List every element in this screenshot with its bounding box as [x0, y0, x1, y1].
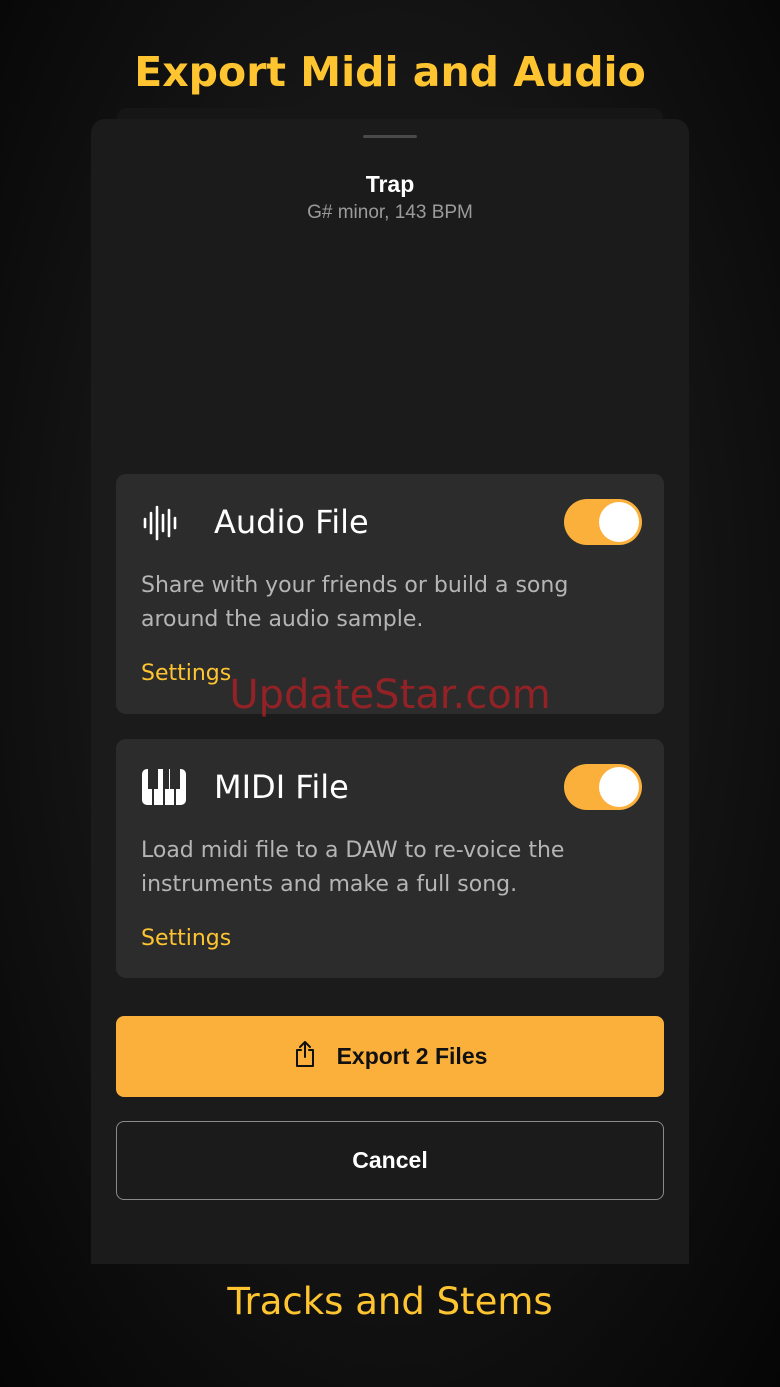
watermark: UpdateStar.com [229, 672, 551, 718]
midi-settings-link[interactable]: Settings [141, 926, 231, 951]
export-files-button[interactable]: Export 2 Files [116, 1016, 664, 1097]
audio-file-label: Audio File [214, 503, 369, 541]
toggle-knob [599, 502, 639, 542]
song-title: Trap [365, 171, 415, 197]
toggle-knob [599, 767, 639, 807]
audio-file-toggle[interactable] [564, 499, 642, 545]
cancel-button[interactable]: Cancel [116, 1121, 664, 1200]
cancel-button-label: Cancel [352, 1147, 428, 1173]
midi-file-toggle[interactable] [564, 764, 642, 810]
waveform-icon [141, 504, 179, 547]
promo-headline: Export Midi and Audio [134, 48, 646, 96]
midi-file-label: MIDI File [214, 768, 349, 806]
sheet-grabber[interactable] [363, 135, 417, 138]
audio-file-description: Share with your friends or build a song … [141, 573, 569, 632]
export-button-label: Export 2 Files [336, 1043, 488, 1069]
share-icon [293, 1040, 337, 1074]
promo-footer: Tracks and Stems [227, 1280, 553, 1323]
song-key-tempo: G# minor, 143 BPM [307, 202, 473, 223]
midi-file-description: Load midi file to a DAW to re-voice the … [141, 838, 565, 897]
piano-keys-icon [141, 768, 187, 811]
midi-file-card: MIDI File Load midi file to a DAW to re-… [116, 739, 664, 978]
